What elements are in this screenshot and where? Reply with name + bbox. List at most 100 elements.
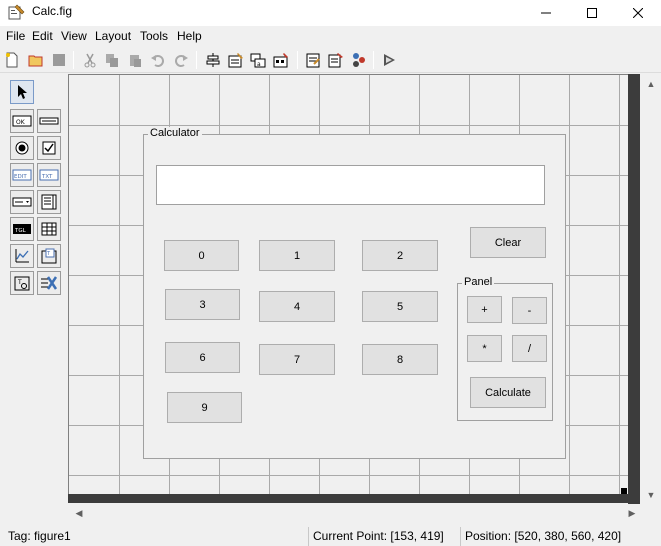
digit-1-button[interactable]: 1: [259, 240, 335, 271]
palette-pushbutton[interactable]: OK: [10, 109, 34, 133]
digit-3-button[interactable]: 3: [165, 289, 240, 320]
palette-button-group[interactable]: T: [10, 271, 34, 295]
run-button[interactable]: [379, 50, 399, 70]
palette-select-tool[interactable]: [10, 80, 34, 104]
pushbutton-icon: OK: [12, 115, 32, 127]
clear-button[interactable]: Clear: [470, 227, 546, 258]
menu-bar: File Edit View Layout Tools Help: [0, 28, 661, 46]
figure-resize-handle[interactable]: [621, 488, 627, 494]
save-icon: [53, 54, 65, 66]
redo-icon: [175, 55, 188, 67]
menu-help[interactable]: Help: [177, 29, 202, 43]
toolbar: a: [0, 47, 661, 73]
radio-button-icon: [15, 141, 29, 155]
close-icon: [633, 8, 643, 18]
palette-popup-menu[interactable]: [10, 190, 34, 214]
open-button[interactable]: [26, 50, 46, 70]
menu-editor-button[interactable]: [226, 50, 246, 70]
toolbar-editor-button[interactable]: [271, 50, 291, 70]
cut-button[interactable]: [80, 50, 100, 70]
digit-7-button[interactable]: 7: [259, 344, 335, 375]
cut-icon: [84, 53, 96, 68]
display-edit-box[interactable]: [156, 165, 545, 205]
palette-checkbox[interactable]: [37, 136, 61, 160]
listbox-icon: [41, 194, 57, 210]
palette-toggle-button[interactable]: TGL: [10, 217, 34, 241]
property-inspector-icon: [328, 53, 343, 68]
status-current-point: Current Point: [153, 419]: [308, 527, 458, 546]
digit-5-button[interactable]: 5: [362, 291, 438, 322]
layout-canvas[interactable]: Calculator 0 1 2 3 4 5 6 7 8 9 Clear Pan…: [68, 74, 629, 496]
palette-axes[interactable]: [10, 244, 34, 268]
menu-layout[interactable]: Layout: [95, 29, 131, 43]
table-icon: [41, 222, 57, 236]
plus-button[interactable]: +: [467, 296, 502, 323]
palette-txt-glyph: TXT: [41, 174, 53, 180]
minimize-button[interactable]: [523, 0, 569, 26]
redo-button[interactable]: [171, 50, 191, 70]
multiply-button[interactable]: *: [467, 335, 502, 362]
palette-edit-text[interactable]: EDIT: [10, 163, 34, 187]
palette-static-text[interactable]: TXT: [37, 163, 61, 187]
digit-8-button[interactable]: 8: [362, 344, 438, 375]
popup-menu-icon: [12, 197, 32, 207]
axes-icon: [15, 249, 29, 263]
new-button[interactable]: [2, 50, 22, 70]
menu-file[interactable]: File: [6, 29, 25, 43]
checkbox-icon: [42, 141, 56, 155]
tab-order-button[interactable]: a: [248, 50, 268, 70]
minus-button[interactable]: -: [512, 297, 547, 324]
palette-panel[interactable]: T: [37, 244, 61, 268]
edit-text-icon: EDIT: [12, 169, 32, 181]
component-palette: OK EDIT TXT TGL T T: [0, 74, 68, 504]
align-icon: [206, 53, 220, 67]
title-bar: Calc.fig: [0, 0, 661, 26]
copy-button[interactable]: [102, 50, 122, 70]
canvas-border-right: [628, 74, 640, 504]
editor-button[interactable]: [303, 50, 323, 70]
menu-edit[interactable]: Edit: [32, 29, 53, 43]
palette-ok-glyph: OK: [16, 119, 26, 126]
digit-2-button[interactable]: 2: [362, 240, 438, 271]
calculate-button[interactable]: Calculate: [470, 377, 546, 408]
palette-table[interactable]: [37, 217, 61, 241]
maximize-button[interactable]: [569, 0, 615, 26]
scroll-up-icon[interactable]: ▲: [642, 76, 660, 92]
save-button[interactable]: [49, 50, 69, 70]
scroll-left-icon[interactable]: ◀: [70, 505, 88, 521]
open-icon: [28, 55, 43, 67]
minimize-icon: [541, 12, 551, 14]
digit-9-button[interactable]: 9: [167, 392, 242, 423]
undo-button[interactable]: [148, 50, 168, 70]
window-title: Calc.fig: [32, 4, 73, 18]
align-button[interactable]: [203, 50, 223, 70]
paste-icon: [130, 55, 141, 67]
digit-4-button[interactable]: 4: [259, 291, 335, 322]
palette-radio-button[interactable]: [10, 136, 34, 160]
digit-6-button[interactable]: 6: [165, 342, 240, 373]
paste-button[interactable]: [125, 50, 145, 70]
static-text-icon: TXT: [39, 169, 59, 181]
editor-icon: [306, 53, 320, 68]
menu-view[interactable]: View: [61, 29, 87, 43]
scroll-right-icon[interactable]: ▶: [623, 505, 641, 521]
property-inspector-button[interactable]: [326, 50, 346, 70]
svg-text:a: a: [257, 61, 261, 68]
divide-button[interactable]: /: [512, 335, 547, 362]
object-browser-button[interactable]: [349, 50, 369, 70]
status-position: Position: [520, 380, 560, 420]: [460, 527, 661, 546]
run-icon: [384, 54, 395, 66]
palette-listbox[interactable]: [37, 190, 61, 214]
activex-icon: [41, 276, 58, 290]
current-point-label: Current Point:: [313, 529, 388, 543]
palette-activex[interactable]: [37, 271, 61, 295]
menu-tools[interactable]: Tools: [140, 29, 168, 43]
scroll-down-icon[interactable]: ▼: [642, 487, 660, 503]
copy-icon: [106, 54, 118, 67]
close-button[interactable]: [615, 0, 661, 26]
digit-0-button[interactable]: 0: [164, 240, 239, 271]
horizontal-scrollbar[interactable]: ◀ ▶: [68, 504, 641, 522]
calculator-panel-title: Calculator: [148, 127, 202, 139]
palette-slider[interactable]: [37, 109, 61, 133]
vertical-scrollbar[interactable]: ▲ ▼: [641, 74, 661, 504]
